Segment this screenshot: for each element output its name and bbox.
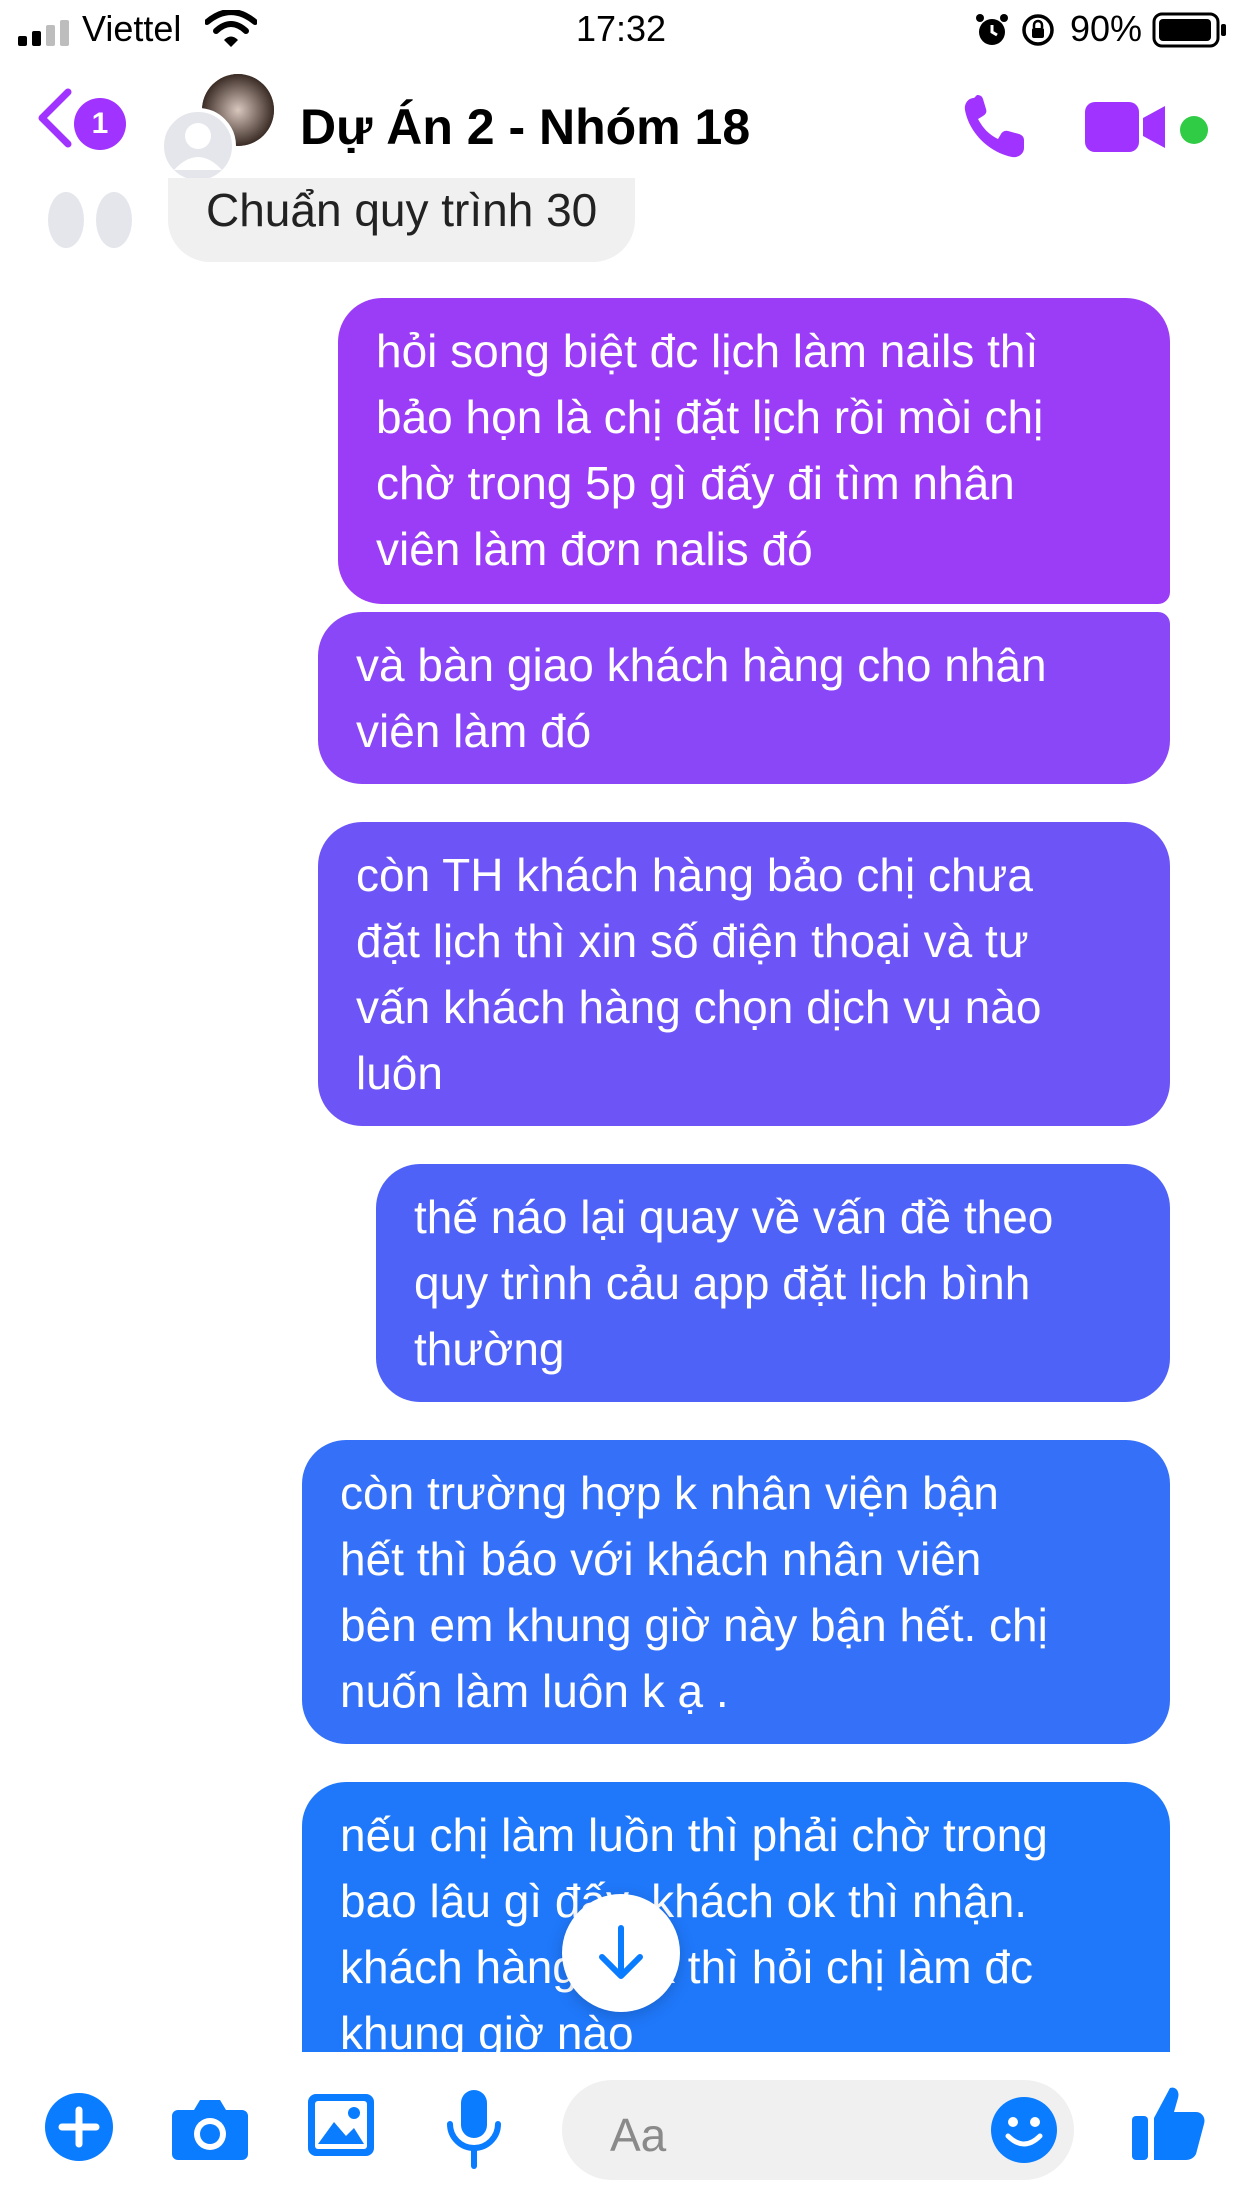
received-message[interactable]: Chuẩn quy trình 30	[168, 178, 636, 262]
microphone-icon[interactable]	[444, 2088, 504, 2170]
group-avatar[interactable]	[160, 70, 280, 180]
plus-icon[interactable]	[44, 2092, 114, 2162]
alarm-icon	[976, 14, 1008, 45]
sent-message[interactable]: và bàn giao khách hàng cho nhân viên làm…	[318, 612, 1170, 784]
back-chevron-icon[interactable]	[34, 86, 74, 150]
composer-bar: Aa	[0, 2052, 1242, 2208]
sent-message[interactable]: nếu chị làm luồn thì phải chờ trong bao …	[302, 1782, 1170, 2052]
sent-message[interactable]: còn TH khách hàng bảo chị chưa đặt lịch …	[318, 822, 1170, 1126]
message-input-placeholder: Aa	[610, 2109, 667, 2161]
rotation-lock-icon	[1022, 14, 1054, 46]
status-bar: Viettel 17:32 90%	[0, 0, 1242, 58]
message-text: thế náo lại quay về vấn đề theo quy trìn…	[414, 1191, 1054, 1375]
conversation-header: 1 Dự Án 2 - Nhóm 18	[0, 58, 1242, 188]
video-camera-icon[interactable]	[1085, 98, 1167, 156]
image-icon[interactable]	[306, 2092, 376, 2158]
camera-icon[interactable]	[172, 2096, 248, 2160]
message-text: Chuẩn quy trình 30	[206, 184, 598, 236]
online-indicator	[1180, 116, 1208, 144]
sent-message[interactable]: còn trường hợp k nhân viện bận hết thì b…	[302, 1440, 1170, 1744]
battery-icon	[1152, 12, 1226, 48]
scroll-to-bottom-button[interactable]	[562, 1894, 680, 2012]
message-text: nếu chị làm luồn thì phải chờ trong bao …	[340, 1809, 1048, 2052]
message-text: còn trường hợp k nhân viện bận hết thì b…	[340, 1467, 1048, 1717]
battery-percent: 90%	[1070, 8, 1143, 49]
phone-icon[interactable]	[960, 92, 1030, 162]
message-text: còn TH khách hàng bảo chị chưa đặt lịch …	[356, 849, 1042, 1099]
sender-avatar	[48, 192, 132, 248]
emoji-icon[interactable]	[990, 2096, 1058, 2164]
thumbs-up-icon[interactable]	[1130, 2082, 1206, 2162]
arrow-down-icon	[599, 1925, 643, 1979]
sent-message[interactable]: hỏi song biệt đc lịch làm nails thì bảo …	[338, 298, 1170, 604]
message-text: hỏi song biệt đc lịch làm nails thì bảo …	[376, 325, 1044, 575]
conversation-title[interactable]: Dự Án 2 - Nhóm 18	[300, 98, 750, 156]
sent-message[interactable]: thế náo lại quay về vấn đề theo quy trìn…	[376, 1164, 1170, 1402]
message-text: và bàn giao khách hàng cho nhân viên làm…	[356, 639, 1047, 757]
unread-badge[interactable]: 1	[74, 98, 126, 150]
